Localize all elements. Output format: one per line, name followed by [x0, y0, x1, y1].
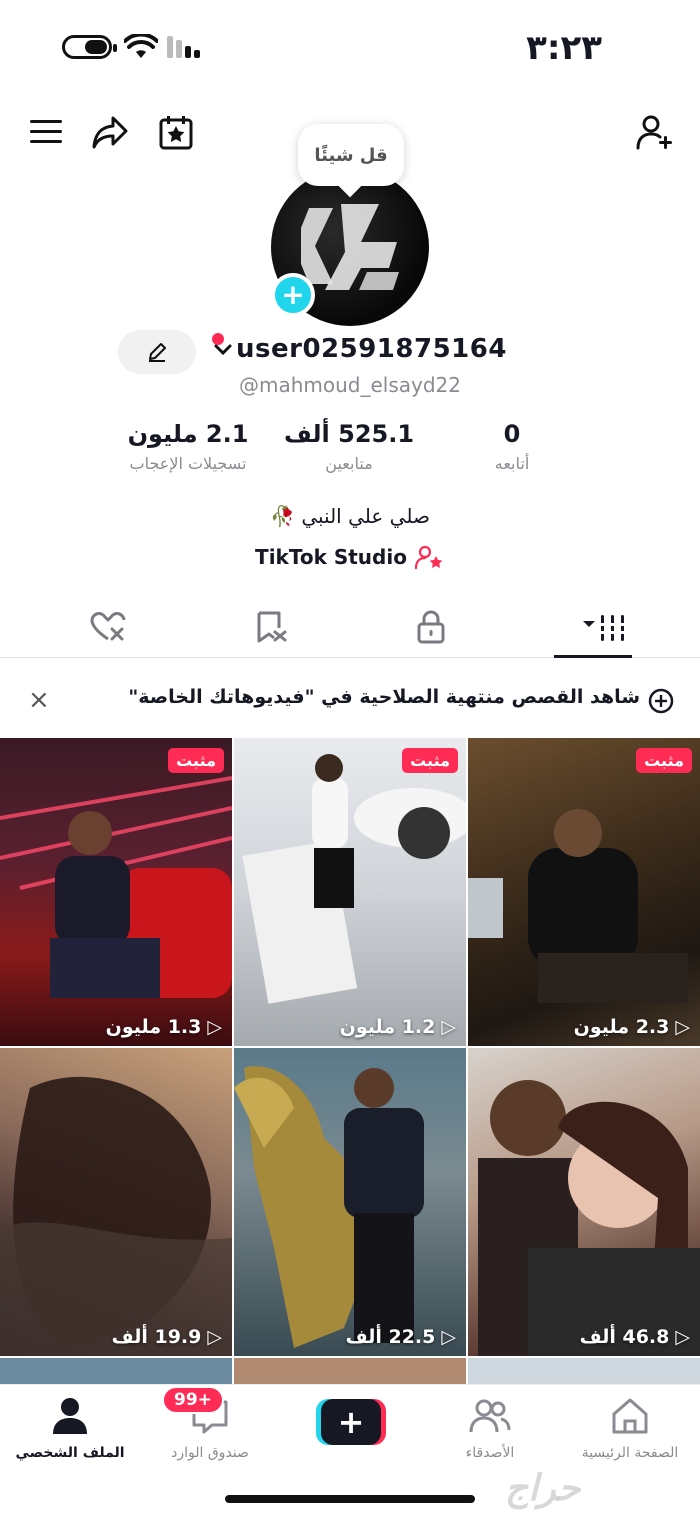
account-switcher[interactable]: user02591875164	[212, 334, 507, 364]
share-icon[interactable]	[90, 112, 130, 152]
video-tile[interactable]: مثبت 1.3 مليون ▷	[0, 738, 232, 1046]
signal-icon	[167, 36, 200, 58]
friends-icon	[469, 1399, 511, 1433]
calendar-star-icon[interactable]	[156, 112, 196, 152]
say-something-bubble[interactable]: قل شيئًا	[298, 124, 404, 186]
pencil-icon	[149, 343, 166, 362]
grid-icon	[582, 615, 627, 641]
edit-profile-button[interactable]	[118, 330, 196, 374]
menu-icon[interactable]	[26, 112, 66, 152]
profile-icon	[53, 1398, 87, 1434]
view-count: 1.2 مليون ▷	[339, 1016, 456, 1038]
video-grid: مثبت 2.3 مليون ▷ مثبت 1.2 مليون ▷ مثبت 1.3…	[0, 738, 700, 1398]
lock-icon	[417, 610, 444, 644]
pinned-badge: مثبت	[168, 748, 224, 773]
expired-stories-banner[interactable]: شاهد القصص منتهية الصلاحية في "فيديوهاتك…	[0, 672, 700, 726]
username: user02591875164	[236, 334, 507, 364]
profile-tabs	[0, 596, 700, 658]
view-count: 19.9 ألف ▷	[111, 1326, 222, 1348]
play-icon: ▷	[207, 1326, 222, 1348]
home-indicator	[225, 1495, 475, 1503]
video-tile[interactable]: 46.8 ألف ▷	[468, 1048, 700, 1356]
watermark-logo: حراج	[505, 1468, 581, 1509]
play-icon: ▷	[441, 1326, 456, 1348]
plus-icon: +	[321, 1399, 381, 1445]
video-tile[interactable]: 19.9 ألف ▷	[0, 1048, 232, 1356]
video-tile[interactable]: مثبت 2.3 مليون ▷	[468, 738, 700, 1046]
bio-text: صلي علي النبي 🥀	[270, 504, 430, 528]
view-count: 46.8 ألف ▷	[579, 1326, 690, 1348]
pinned-badge: مثبت	[402, 748, 458, 773]
wifi-icon	[124, 34, 158, 58]
view-count: 2.3 مليون ▷	[573, 1016, 690, 1038]
add-friend-icon[interactable]	[634, 112, 674, 152]
creator-star-icon	[414, 545, 443, 570]
stat-likes[interactable]: 2.1 مليون تسجيلات الإعجاب	[98, 420, 278, 473]
play-icon: ▷	[441, 1016, 456, 1038]
play-icon: ▷	[207, 1016, 222, 1038]
stat-followers[interactable]: 525.1 ألف متابعين	[259, 420, 439, 473]
nav-profile[interactable]: الملف الشخصي	[0, 1397, 140, 1461]
pinned-badge: مثبت	[636, 748, 692, 773]
tab-videos[interactable]	[518, 596, 693, 658]
battery-icon	[62, 35, 117, 59]
video-tile[interactable]: 22.5 ألف ▷	[234, 1048, 466, 1356]
user-handle: @mahmoud_elsayd22	[238, 373, 462, 397]
video-tile[interactable]: مثبت 1.2 مليون ▷	[234, 738, 466, 1046]
nav-home[interactable]: الصفحة الرئيسية	[560, 1397, 700, 1461]
play-icon: ▷	[675, 1016, 690, 1038]
tab-reposts[interactable]	[183, 596, 358, 658]
tiktok-studio-link[interactable]: TikTok Studio	[0, 544, 700, 570]
tab-private[interactable]	[343, 596, 518, 658]
story-add-icon	[648, 688, 674, 714]
inbox-badge: 99+	[162, 1386, 224, 1414]
tab-liked[interactable]	[20, 596, 195, 658]
banner-text: شاهد القصص منتهية الصلاحية في "فيديوهاتك…	[128, 686, 640, 708]
stat-following[interactable]: 0 أتابعه	[422, 420, 602, 473]
chevron-down-icon	[214, 344, 232, 356]
status-time: ٣:٢٣	[526, 28, 602, 68]
create-button[interactable]: +	[316, 1399, 386, 1445]
active-tab-indicator	[554, 655, 632, 658]
play-icon: ▷	[675, 1326, 690, 1348]
view-count: 22.5 ألف ▷	[345, 1326, 456, 1348]
home-icon	[612, 1398, 648, 1434]
add-avatar-button[interactable]: +	[271, 273, 315, 317]
heart-lock-icon	[90, 612, 125, 641]
studio-label: TikTok Studio	[255, 545, 407, 569]
view-count: 1.3 مليون ▷	[105, 1016, 222, 1038]
close-icon[interactable]: ×	[28, 685, 50, 715]
bookmark-lock-icon	[257, 611, 286, 643]
nav-friends[interactable]: الأصدقاء	[420, 1397, 560, 1461]
